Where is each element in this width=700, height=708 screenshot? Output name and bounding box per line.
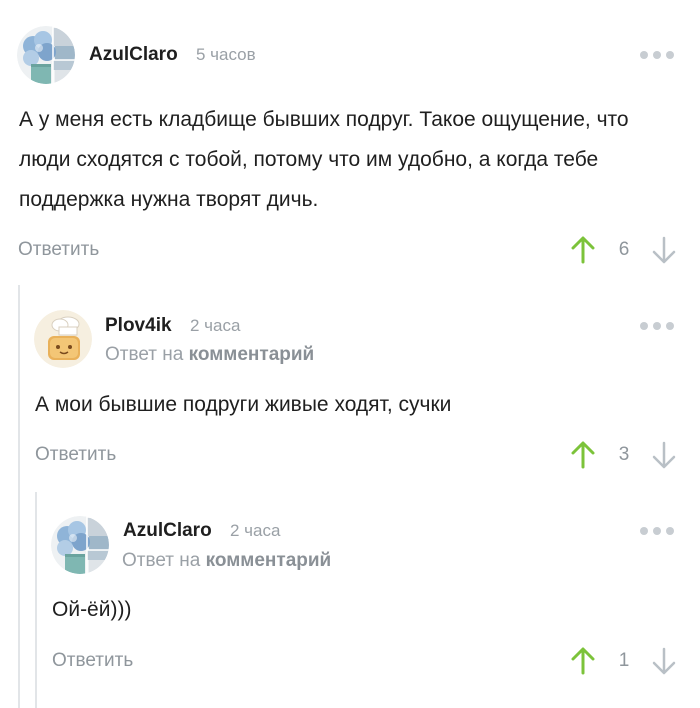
more-options-button[interactable] bbox=[640, 321, 674, 331]
downvote-arrow-icon[interactable] bbox=[651, 235, 677, 265]
reply-to-comment-link[interactable]: комментарий bbox=[189, 344, 315, 365]
reply-button[interactable]: Ответить bbox=[35, 443, 116, 467]
downvote-arrow-icon[interactable] bbox=[651, 646, 677, 676]
avatar[interactable] bbox=[34, 310, 92, 368]
author-name[interactable]: AzulClaro bbox=[89, 43, 178, 67]
vote-score: 1 bbox=[618, 650, 630, 671]
avatar[interactable] bbox=[51, 516, 109, 574]
upvote-arrow-icon[interactable] bbox=[570, 440, 596, 470]
comment-time: 5 часов bbox=[196, 45, 256, 64]
reply-to-prefix: Ответ на bbox=[122, 550, 201, 571]
comment-time: 2 часа bbox=[230, 521, 281, 540]
reply-button[interactable]: Ответить bbox=[18, 238, 99, 262]
reply-to-comment-link[interactable]: комментарий bbox=[206, 550, 332, 571]
reply-button[interactable]: Ответить bbox=[52, 649, 133, 673]
reply-to-line: Ответ на комментарий bbox=[122, 549, 331, 573]
downvote-arrow-icon[interactable] bbox=[651, 440, 677, 470]
reply-to-prefix: Ответ на bbox=[105, 344, 184, 365]
author-name[interactable]: Plov4ik bbox=[105, 314, 172, 338]
vote-score: 3 bbox=[618, 444, 630, 465]
upvote-arrow-icon[interactable] bbox=[570, 646, 596, 676]
comment-text: Ой-ёй))) bbox=[52, 598, 132, 621]
author-name[interactable]: AzulClaro bbox=[123, 519, 212, 543]
comment-text: А мои бывшие подруги живые ходят, сучки bbox=[35, 393, 452, 416]
comment-time: 2 часа bbox=[190, 316, 241, 335]
comment-1: AzulClaro 5 часов А у меня есть кладбище… bbox=[0, 0, 700, 285]
more-options-button[interactable] bbox=[640, 526, 674, 536]
comment-2: Plov4ik 2 часа Ответ на комментарий А мо… bbox=[0, 285, 700, 492]
vote-score: 6 bbox=[618, 239, 630, 260]
more-options-button[interactable] bbox=[640, 50, 674, 60]
comment-text: А у меня есть кладбище бывших подруг. Та… bbox=[19, 108, 629, 211]
avatar[interactable] bbox=[17, 26, 75, 84]
comment-3: AzulClaro 2 часа Ответ на комментарий Ой… bbox=[0, 492, 700, 708]
upvote-arrow-icon[interactable] bbox=[570, 235, 596, 265]
reply-to-line: Ответ на комментарий bbox=[105, 343, 314, 367]
